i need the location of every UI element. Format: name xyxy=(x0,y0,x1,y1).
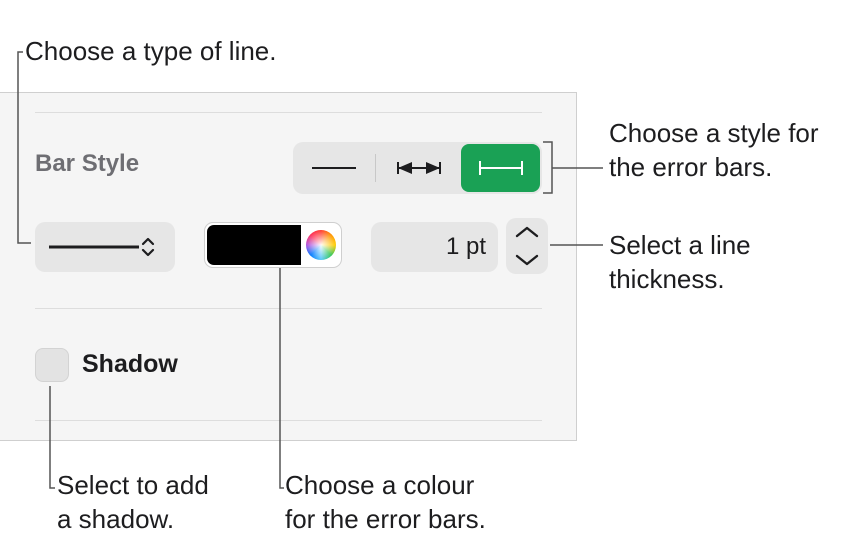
callout-line-type: Choose a type of line. xyxy=(25,36,277,66)
line-type-popup[interactable] xyxy=(35,222,175,272)
callout-shadow-line2: a shadow. xyxy=(57,504,175,534)
arrow-caps-icon xyxy=(397,162,441,174)
plain-line-icon xyxy=(312,167,356,169)
color-swatch[interactable] xyxy=(207,225,301,265)
color-wheel-icon[interactable] xyxy=(306,230,336,260)
callout-shadow-line1: Select to add xyxy=(57,470,209,500)
callout-style: Choose a style for the error bars. xyxy=(609,116,819,184)
callout-shadow: Select to add a shadow. xyxy=(57,468,209,536)
bar-style-label: Bar Style xyxy=(35,150,140,177)
segment-divider xyxy=(375,154,376,182)
chevron-down-icon xyxy=(515,254,539,266)
style-plain-line-button[interactable] xyxy=(293,142,375,194)
shadow-checkbox[interactable] xyxy=(35,348,69,382)
bracket-caps-icon xyxy=(478,161,523,175)
chevron-up-down-icon xyxy=(141,237,155,257)
separator-middle xyxy=(35,308,542,309)
separator-top xyxy=(35,112,542,113)
callout-thickness: Select a line thickness. xyxy=(609,228,751,296)
separator-bottom xyxy=(35,420,542,421)
chevron-up-icon xyxy=(515,226,539,238)
callout-colour-line1: Choose a colour xyxy=(285,470,475,500)
bar-style-segmented-control xyxy=(293,142,542,194)
color-well[interactable] xyxy=(204,222,342,268)
callout-style-line2: the error bars. xyxy=(609,152,773,182)
stepper-down-button[interactable] xyxy=(506,246,548,274)
callout-colour-line2: for the error bars. xyxy=(285,504,486,534)
solid-line-icon xyxy=(49,245,139,249)
callout-style-line1: Choose a style for xyxy=(609,118,819,148)
callout-thickness-line1: Select a line xyxy=(609,230,751,260)
thickness-field[interactable]: 1 pt xyxy=(371,222,498,272)
stepper-up-button[interactable] xyxy=(506,218,548,246)
callout-thickness-line2: thickness. xyxy=(609,264,725,294)
shadow-label: Shadow xyxy=(82,350,178,378)
style-bracket-caps-button[interactable] xyxy=(461,144,540,192)
style-arrow-caps-button[interactable] xyxy=(377,142,461,194)
callout-colour: Choose a colour for the error bars. xyxy=(285,468,486,536)
thickness-stepper xyxy=(506,218,548,274)
